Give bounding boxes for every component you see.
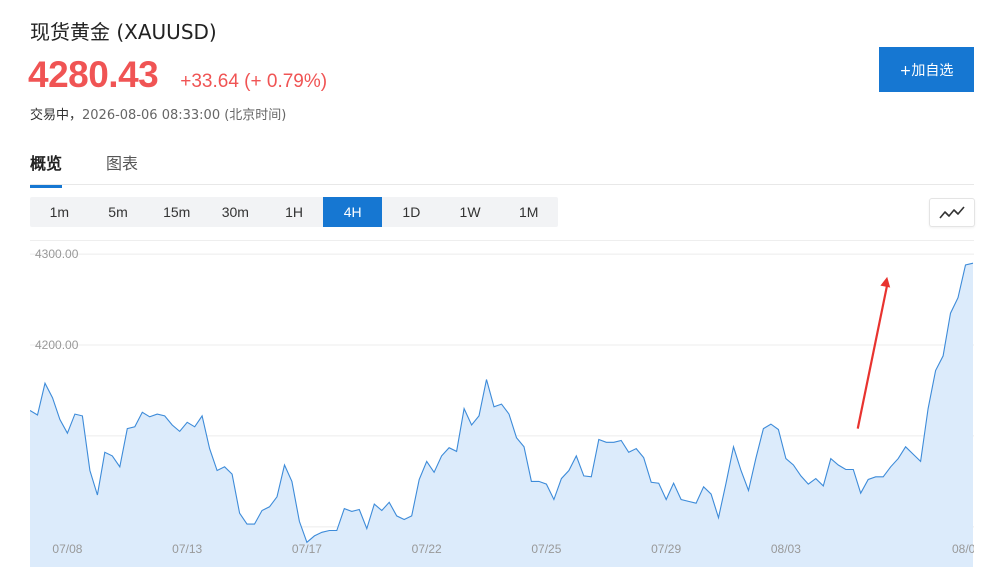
y-tick-label: 4300.00 <box>35 247 79 261</box>
trading-state: 交易中， <box>30 108 83 123</box>
x-tick-label: 07/29 <box>651 542 681 556</box>
x-tick-label: 07/17 <box>292 542 322 556</box>
add-watchlist-button[interactable]: +加自选 <box>879 47 974 92</box>
period-selector: 1m 5m 15m 30m 1H 4H 1D 1W 1M <box>30 197 558 227</box>
x-tick-label: 07/13 <box>172 542 202 556</box>
arrow-shaft <box>856 284 889 429</box>
line-chart-icon <box>939 205 965 219</box>
tab-chart[interactable]: 图表 <box>106 150 138 185</box>
tab-overview[interactable]: 概览 <box>30 150 63 188</box>
period-1d[interactable]: 1D <box>382 197 441 227</box>
trading-time: 2026-08-06 08:33:00 (北京时间) <box>82 108 287 123</box>
period-1mo[interactable]: 1M <box>499 197 558 227</box>
period-4h[interactable]: 4H <box>323 197 383 227</box>
chart-type-toggle[interactable] <box>929 198 975 227</box>
trading-status: 交易中，2026-08-06 08:33:00 (北京时间) <box>30 104 286 123</box>
y-tick-label: 4200.00 <box>35 338 79 352</box>
price-row: 4280.43 +33.64 (+ 0.79%) <box>28 54 327 96</box>
x-tick-label: 07/08 <box>52 542 82 556</box>
period-15m[interactable]: 15m <box>147 197 206 227</box>
price-area <box>30 263 973 567</box>
arrow-head <box>880 276 891 288</box>
page-title: 现货黄金 (XAUUSD) <box>30 20 217 44</box>
x-tick-label: 07/22 <box>412 542 442 556</box>
x-tick-label: 08/03 <box>771 542 801 556</box>
price-chart[interactable]: 4000.004100.004200.004300.00 07/0807/130… <box>29 240 976 567</box>
price-change: +33.64 (+ 0.79%) <box>180 71 328 92</box>
period-1w[interactable]: 1W <box>441 197 500 227</box>
period-5m[interactable]: 5m <box>89 197 148 227</box>
period-1m[interactable]: 1m <box>30 197 89 227</box>
price-chart-svg: 4000.004100.004200.004300.00 07/0807/130… <box>29 247 976 567</box>
current-price: 4280.43 <box>28 54 159 95</box>
x-tick-label: 08/0 <box>952 542 974 556</box>
x-tick-label: 07/25 <box>531 542 561 556</box>
tab-bar: 概览 图表 <box>30 148 974 188</box>
period-1h[interactable]: 1H <box>265 197 324 227</box>
trend-arrow <box>856 276 891 429</box>
period-30m[interactable]: 30m <box>206 197 265 227</box>
